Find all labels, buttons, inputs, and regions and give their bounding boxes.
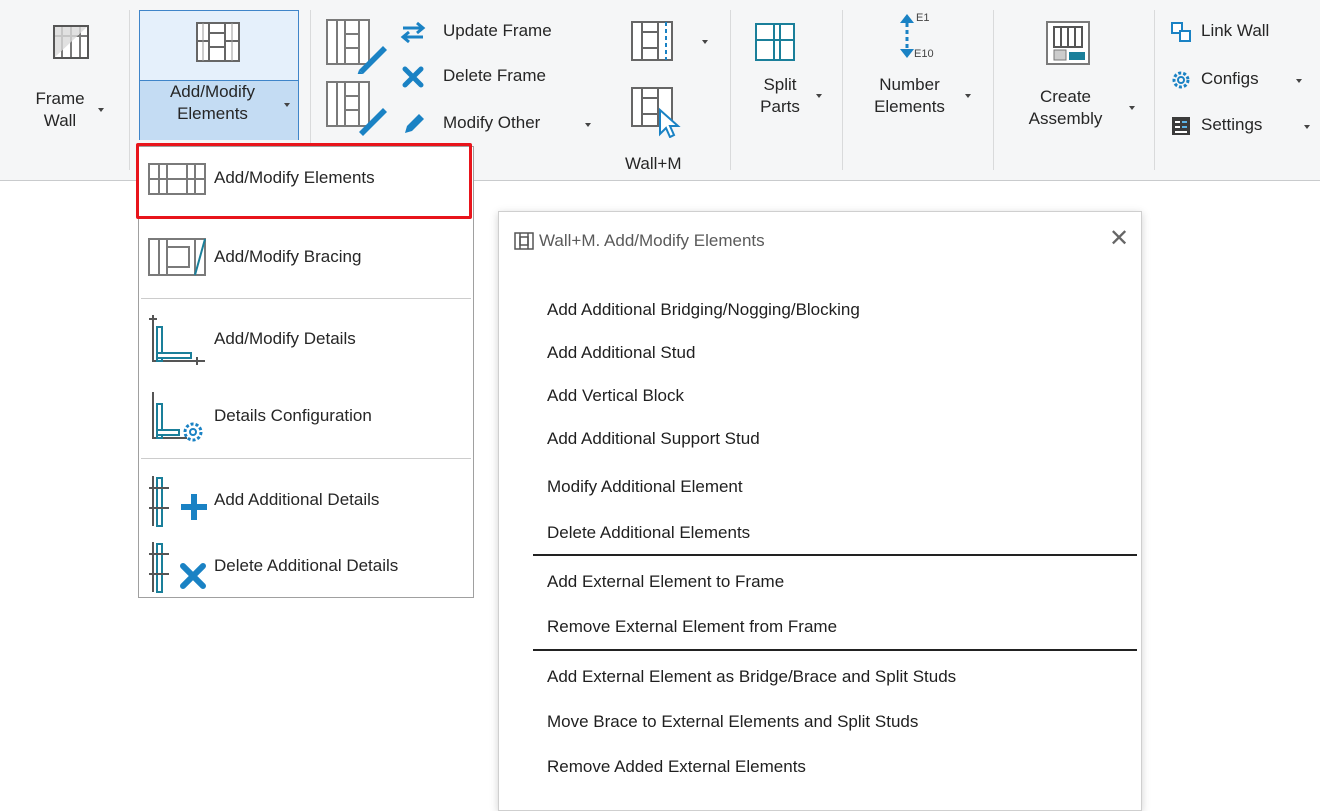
add-plus-icon [149, 476, 207, 527]
create-assembly-label-1: Create [1039, 87, 1092, 106]
dialog-option[interactable]: Move Brace to External Elements and Spli… [547, 712, 918, 732]
update-frame-button[interactable]: Update Frame [400, 18, 590, 46]
chevron-down-icon [1296, 79, 1302, 83]
configs-button[interactable]: Configs [1170, 66, 1315, 94]
update-frame-label: Update Frame [443, 21, 552, 40]
frame-select-icon[interactable] [630, 86, 682, 138]
frame-wall-label-1: Frame [35, 89, 85, 108]
pencil-icon [405, 114, 424, 133]
frame-view-icon[interactable] [630, 20, 674, 62]
delete-x-icon [402, 66, 424, 88]
delete-x-icon [149, 542, 206, 593]
dialog-option[interactable]: Remove Added External Elements [547, 757, 806, 777]
dialog-app-icon [514, 232, 534, 250]
number-tag-bottom: E10 [914, 48, 934, 60]
delete-frame-button[interactable]: Delete Frame [400, 63, 590, 91]
gear-icon [1172, 71, 1190, 89]
frame-wall-label-2: Wall [43, 111, 77, 130]
chevron-down-icon [585, 123, 591, 127]
delete-frame-label: Delete Frame [443, 66, 546, 85]
modify-other-label: Modify Other [443, 113, 541, 132]
add-modify-label-2: Elements [177, 104, 248, 123]
chevron-down-icon [965, 94, 971, 98]
chevron-down-icon [284, 103, 290, 107]
add-modify-label-1: Add/Modify [169, 82, 256, 101]
menu-item-label: Add/Modify Bracing [214, 247, 362, 266]
number-elements-label-2: Elements [874, 97, 945, 116]
menu-separator [141, 298, 471, 299]
dialog-separator [533, 649, 1137, 651]
menu-item-label: Delete Additional Details [214, 556, 399, 575]
link-wall-label: Link Wall [1201, 21, 1270, 40]
modify-frame-pencil-icon[interactable] [325, 80, 387, 138]
menu-item-label: Add/Modify Details [214, 329, 356, 348]
chevron-down-icon [816, 94, 822, 98]
settings-button[interactable]: Settings [1170, 112, 1315, 140]
chevron-down-icon [1304, 125, 1310, 129]
add-modify-elements-dropdown-toggle[interactable]: Add/Modify Elements [140, 80, 298, 140]
dialog-option[interactable]: Add External Element to Frame [547, 572, 784, 592]
create-assembly-icon [1046, 21, 1090, 65]
chevron-down-icon[interactable] [702, 40, 708, 44]
add-modify-elements-button[interactable]: Add/Modify Elements [139, 10, 299, 140]
frame-wall-button[interactable]: Frame Wall [10, 10, 130, 140]
dialog-option[interactable]: Add Additional Bridging/Nogging/Blocking [547, 300, 860, 320]
split-parts-icon [755, 23, 795, 61]
dialog-separator [533, 554, 1137, 556]
create-assembly-button[interactable]: Create Assembly [1003, 10, 1143, 140]
menu-item-delete-additional-details[interactable]: Delete Additional Details [139, 540, 473, 594]
modify-other-button[interactable]: Modify Other [400, 110, 610, 138]
add-modify-elements-dialog: Wall+M. Add/Modify Elements ✕ Add Additi… [498, 211, 1142, 811]
menu-item-add-modify-bracing[interactable]: Add/Modify Bracing [139, 231, 473, 285]
configs-label: Configs [1201, 69, 1259, 88]
dialog-option[interactable]: Remove External Element from Frame [547, 617, 837, 637]
split-parts-label-1: Split [763, 75, 797, 94]
dialog-option[interactable]: Add Additional Stud [547, 343, 695, 363]
update-frame-pencil-icon[interactable] [325, 18, 387, 74]
close-icon[interactable]: ✕ [1109, 227, 1129, 251]
dialog-option[interactable]: Add Additional Support Stud [547, 429, 760, 449]
frame-wall-icon [53, 25, 89, 59]
dialog-option[interactable]: Add External Element as Bridge/Brace and… [547, 667, 956, 687]
ribbon-group-title: Wall+M [625, 154, 682, 173]
refresh-icon [400, 21, 426, 44]
link-wall-button[interactable]: Link Wall [1170, 18, 1310, 46]
split-parts-button[interactable]: Split Parts [740, 10, 835, 140]
menu-separator [141, 458, 471, 459]
chevron-down-icon [98, 108, 104, 112]
settings-label: Settings [1201, 115, 1263, 134]
menu-item-add-additional-details[interactable]: Add Additional Details [139, 474, 473, 528]
add-modify-elements-icon [196, 22, 240, 62]
menu-item-label: Details Configuration [214, 406, 372, 425]
highlight-box [136, 143, 472, 219]
details-corner-icon [149, 315, 205, 365]
link-wall-icon [1171, 22, 1191, 42]
bracing-icon [148, 238, 206, 276]
dialog-title: Wall+M. Add/Modify Elements [539, 231, 765, 250]
settings-icon [1172, 117, 1190, 135]
menu-item-details-configuration[interactable]: Details Configuration [139, 390, 473, 444]
create-assembly-label-2: Assembly [1028, 109, 1103, 128]
dialog-option[interactable]: Delete Additional Elements [547, 523, 750, 543]
details-config-gear-icon [152, 392, 203, 442]
dialog-option[interactable]: Add Vertical Block [547, 386, 684, 406]
dialog-option[interactable]: Modify Additional Element [547, 477, 743, 497]
number-elements-label-1: Number [879, 75, 940, 94]
chevron-down-icon [1129, 106, 1135, 110]
menu-item-add-modify-details[interactable]: Add/Modify Details [139, 313, 473, 367]
menu-item-label: Add Additional Details [214, 490, 380, 509]
number-elements-button[interactable]: E1 E10 Number Elements [852, 10, 982, 140]
number-tag-top: E1 [916, 12, 930, 24]
split-parts-label-2: Parts [760, 97, 800, 116]
